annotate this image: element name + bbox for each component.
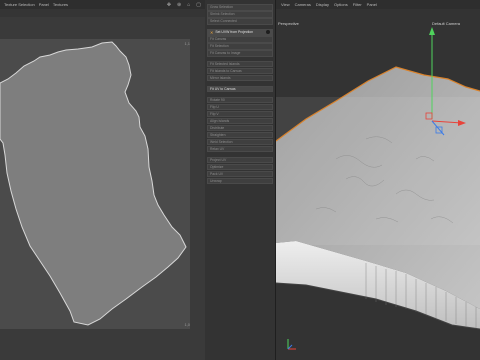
uv-corner-label-bottom: 1,0 [184, 322, 190, 327]
cmd-mirror-islands[interactable]: Mirror Islands [207, 74, 273, 82]
cmd-pack-uv[interactable]: Pack UV [207, 170, 273, 178]
cmd-select-connected[interactable]: Select Connected [207, 17, 273, 25]
viewport-camera-name[interactable]: Default Camera [432, 21, 460, 26]
uv-canvas[interactable]: 1,1 1,0 [0, 39, 190, 329]
cmd-relax-uv[interactable]: Relax UV [207, 145, 273, 153]
cmd-shrink-selection[interactable]: Shrink Selection [207, 10, 273, 18]
cmd-set-uvw-from-projection[interactable]: Set UVW from Projection [207, 28, 273, 36]
menu-filter[interactable]: Filter [353, 2, 362, 7]
zoom-icon[interactable]: ⊕ [177, 2, 181, 8]
cmd-distribute[interactable]: Distribute [207, 124, 273, 132]
cmd-rotate-90[interactable]: Rotate 90 [207, 96, 273, 104]
cmd-grow-selection[interactable]: Grow Selection [207, 4, 273, 11]
cmd-optimize[interactable]: Optimize [207, 163, 273, 171]
uv-menubar: Texture Selection Panel Textures ✥ ⊕ ⌂ ▢ [0, 0, 205, 9]
cmd-straighten[interactable]: Straighten [207, 131, 273, 139]
viewport-view-name: Perspective [278, 21, 299, 26]
axis-indicator [287, 339, 296, 350]
cmd-weld-selection[interactable]: Weld Selection [207, 138, 273, 146]
cmd-flip-v[interactable]: Flip V [207, 110, 273, 118]
viewport-canvas[interactable]: Perspective Default Camera [276, 9, 480, 360]
menu-panel[interactable]: Panel [39, 2, 49, 7]
cmd-fit-canvas[interactable]: Fit Canvas [207, 35, 273, 43]
uv-editor-panel: Texture Selection Panel Textures ✥ ⊕ ⌂ ▢… [0, 0, 205, 360]
cmd-unwrap[interactable]: Unwrap [207, 177, 273, 185]
cmd-fit-islands-to-canvas[interactable]: Fit Islands to Canvas [207, 67, 273, 75]
menu-texture-selection[interactable]: Texture Selection [4, 2, 35, 7]
menu-display[interactable]: Display [316, 2, 329, 7]
uv-corner-label-top: 1,1 [184, 41, 190, 46]
move-icon[interactable]: ✥ [167, 2, 171, 8]
menu-textures[interactable]: Textures [53, 2, 68, 7]
cmd-flip-u[interactable]: Flip U [207, 103, 273, 111]
cmd-fit-canvas-to-image[interactable]: Fit Canvas to Image [207, 49, 273, 57]
menu-view[interactable]: View [281, 2, 290, 7]
menu-options[interactable]: Options [334, 2, 348, 7]
cmd-set-uvw-label: Set UVW from Projection [215, 30, 254, 35]
menu-cameras[interactable]: Cameras [295, 2, 311, 7]
uv-toolbar [0, 9, 205, 17]
home-icon[interactable]: ⌂ [187, 2, 190, 8]
frame-icon[interactable]: ▢ [196, 2, 201, 8]
cmd-fit-selected-islands[interactable]: Fit Selected Islands [207, 60, 273, 68]
3d-viewport-panel: Perspective Default Camera View Cameras … [276, 0, 480, 360]
cmd-align-islands[interactable]: Align Islands [207, 117, 273, 125]
uv-island-outline [0, 41, 187, 326]
viewport-menubar: View Cameras Display Options Filter Pane… [276, 0, 480, 9]
menu-panel[interactable]: Panel [367, 2, 377, 7]
cmd-fit-selection[interactable]: Fit Selection [207, 42, 273, 50]
record-icon [266, 30, 270, 35]
cmd-project-uv[interactable]: Project UV [207, 156, 273, 164]
uv-commands-panel: Grow Selection Shrink Selection Select C… [205, 0, 275, 360]
cmd-fit-uv-to-canvas[interactable]: Fit UV to Canvas [207, 85, 273, 93]
